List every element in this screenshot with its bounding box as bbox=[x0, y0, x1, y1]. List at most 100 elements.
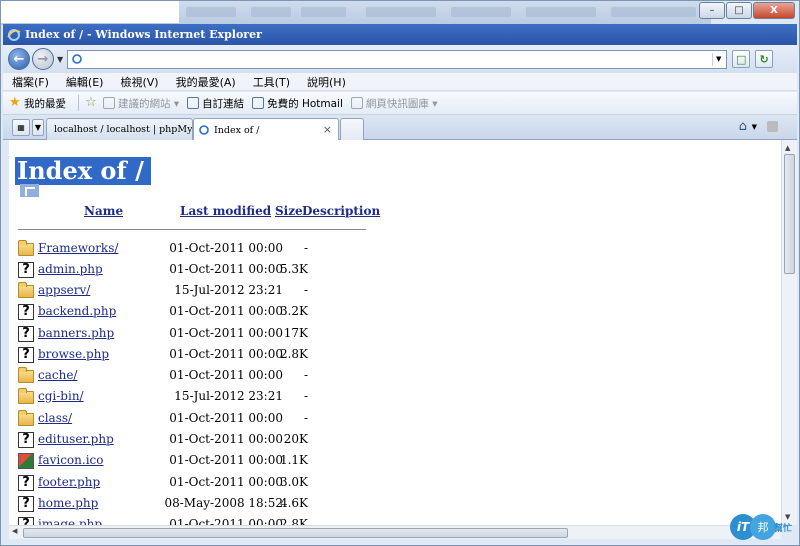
page-title: Index of / bbox=[15, 157, 151, 185]
tab-index-of-label: Index of / bbox=[214, 124, 260, 136]
tab-phpmyadmin-label: localhost / localhost | phpMyA... bbox=[54, 124, 193, 135]
column-last-modified-link[interactable]: Last modified bbox=[180, 204, 271, 218]
file-link[interactable]: banners.php bbox=[38, 326, 114, 340]
scroll-up-icon[interactable]: ▲ bbox=[785, 144, 790, 152]
file-link[interactable]: browse.php bbox=[38, 347, 109, 361]
image-file-icon bbox=[18, 453, 34, 469]
tab-bar: ▦ ▼ localhost / localhost | phpMyA... In… bbox=[3, 115, 797, 141]
file-date: 15-Jul-2012 23:21 bbox=[174, 283, 283, 297]
close-tab-icon[interactable]: × bbox=[323, 123, 332, 136]
unknown-file-icon: ? bbox=[18, 326, 34, 342]
file-size: - bbox=[303, 241, 308, 255]
file-link[interactable]: admin.php bbox=[38, 262, 103, 276]
file-link[interactable]: edituser.php bbox=[38, 432, 114, 446]
blurred-item bbox=[611, 7, 696, 17]
quick-tabs-icon[interactable]: ▦ bbox=[12, 119, 30, 136]
ie-page-icon bbox=[187, 97, 200, 109]
url-dropdown-icon[interactable]: ▼ bbox=[712, 52, 724, 66]
ie-logo-icon bbox=[7, 28, 21, 41]
url-input[interactable]: ▼ bbox=[67, 49, 728, 69]
file-size: 3.0K bbox=[279, 475, 308, 489]
fav-hotmail[interactable]: 免費的 Hotmail bbox=[252, 96, 343, 111]
tab-list-dropdown-icon[interactable]: ▼ bbox=[32, 119, 44, 136]
add-favorite-icon[interactable]: ☆ bbox=[85, 96, 97, 109]
fav-suggested-sites[interactable]: 建議的網站 ▾ bbox=[103, 96, 179, 111]
menu-view[interactable]: 檢視(V) bbox=[120, 74, 158, 90]
fav-web-slice-gallery-label: 網頁快訊圖庫 ▾ bbox=[365, 97, 438, 110]
refresh-icon[interactable]: ↻ bbox=[755, 50, 774, 68]
fav-custom-links[interactable]: 自訂連結 bbox=[187, 96, 244, 111]
file-link[interactable]: class/ bbox=[38, 411, 72, 425]
folder-icon bbox=[18, 282, 34, 298]
menu-help[interactable]: 說明(H) bbox=[307, 74, 346, 90]
title-bar: Index of / - Windows Internet Explorer bbox=[3, 24, 797, 45]
home-icon[interactable]: ⌂ bbox=[739, 119, 747, 134]
blank-icon bbox=[20, 184, 39, 197]
compatibility-view-icon[interactable]: □ bbox=[732, 50, 751, 68]
watermark-logo: iT 邦 幫忙 bbox=[730, 512, 794, 542]
history-dropdown-icon[interactable]: ▼ bbox=[57, 55, 63, 64]
home-dropdown-icon[interactable]: ▼ bbox=[752, 123, 757, 131]
column-size-link[interactable]: Size bbox=[275, 204, 303, 218]
list-item: favicon.ico 01-Oct-2011 00:00 1.1K bbox=[18, 451, 378, 471]
file-date: 01-Oct-2011 00:00 bbox=[169, 411, 283, 425]
file-date: 01-Oct-2011 00:00 bbox=[169, 475, 283, 489]
back-button[interactable]: ← bbox=[8, 48, 30, 70]
menu-file[interactable]: 檔案(F) bbox=[12, 74, 49, 90]
favorites-bar: ★ 我的最愛 ☆ 建議的網站 ▾ 自訂連結 免費的 Hotmail 網頁快訊圖庫… bbox=[3, 92, 797, 115]
rss-feed-icon[interactable] bbox=[767, 121, 778, 132]
forward-button[interactable]: → bbox=[32, 48, 54, 70]
tab-index-of[interactable]: Index of / × bbox=[193, 118, 339, 141]
maximize-button[interactable]: □ bbox=[726, 2, 752, 19]
column-description-link[interactable]: Description bbox=[302, 204, 380, 218]
file-date: 01-Oct-2011 00:00 bbox=[169, 432, 283, 446]
file-link[interactable]: footer.php bbox=[38, 475, 100, 489]
page-icon bbox=[72, 54, 82, 64]
file-link[interactable]: image.php bbox=[38, 517, 102, 525]
vertical-scroll-thumb[interactable] bbox=[784, 154, 795, 274]
unknown-file-icon: ? bbox=[18, 432, 34, 448]
file-date: 01-Oct-2011 00:00 bbox=[169, 241, 283, 255]
address-bar: ← → ▼ ▼ □ ↻ bbox=[3, 45, 797, 73]
column-name-link[interactable]: Name bbox=[84, 204, 123, 218]
new-tab-button[interactable] bbox=[340, 118, 364, 140]
folder-icon bbox=[18, 367, 34, 383]
file-link[interactable]: favicon.ico bbox=[38, 453, 103, 467]
file-size: 3.2K bbox=[279, 304, 308, 318]
unknown-file-icon: ? bbox=[18, 475, 34, 491]
favorites-button[interactable]: ★ 我的最愛 bbox=[9, 96, 66, 111]
file-size: 17K bbox=[283, 326, 308, 340]
file-size: - bbox=[303, 368, 308, 382]
file-link[interactable]: cache/ bbox=[38, 368, 77, 382]
horizontal-scroll-thumb[interactable] bbox=[23, 528, 568, 538]
file-link[interactable]: appserv/ bbox=[38, 283, 90, 297]
header-divider bbox=[18, 229, 366, 230]
file-link[interactable]: home.php bbox=[38, 496, 98, 510]
file-link[interactable]: backend.php bbox=[38, 304, 116, 318]
tab-phpmyadmin[interactable]: localhost / localhost | phpMyA... bbox=[46, 118, 193, 140]
close-button[interactable]: X bbox=[753, 2, 795, 19]
file-size: 2.8K bbox=[279, 517, 308, 525]
file-date: 01-Oct-2011 00:00 bbox=[169, 368, 283, 382]
menu-tools[interactable]: 工具(T) bbox=[253, 74, 290, 90]
scroll-left-icon[interactable]: ◀ bbox=[12, 527, 17, 535]
blurred-item bbox=[186, 7, 236, 17]
file-date: 01-Oct-2011 00:00 bbox=[169, 304, 283, 318]
horizontal-scrollbar[interactable]: ◀ ▶ bbox=[9, 525, 781, 539]
blurred-item bbox=[301, 7, 346, 17]
vertical-scrollbar[interactable]: ▲ ▼ bbox=[781, 140, 797, 525]
minimize-button[interactable]: – bbox=[699, 2, 725, 19]
menu-edit[interactable]: 編輯(E) bbox=[66, 74, 104, 90]
file-link[interactable]: Frameworks/ bbox=[38, 241, 118, 255]
file-date: 08-May-2008 18:52 bbox=[164, 496, 283, 510]
menu-bar: 檔案(F) 編輯(E) 檢視(V) 我的最愛(A) 工具(T) 說明(H) bbox=[3, 73, 797, 91]
unknown-file-icon: ? bbox=[18, 496, 34, 512]
fav-web-slice-gallery[interactable]: 網頁快訊圖庫 ▾ bbox=[350, 96, 438, 111]
file-date: 15-Jul-2012 23:21 bbox=[174, 389, 283, 403]
file-link[interactable]: cgi-bin/ bbox=[38, 389, 84, 403]
folder-icon bbox=[18, 388, 34, 404]
menu-favorites[interactable]: 我的最愛(A) bbox=[176, 74, 236, 90]
blurred-item bbox=[526, 7, 596, 17]
list-item: cache/ 01-Oct-2011 00:00 - bbox=[18, 366, 378, 386]
fav-suggested-sites-label: 建議的網站 ▾ bbox=[118, 97, 180, 110]
